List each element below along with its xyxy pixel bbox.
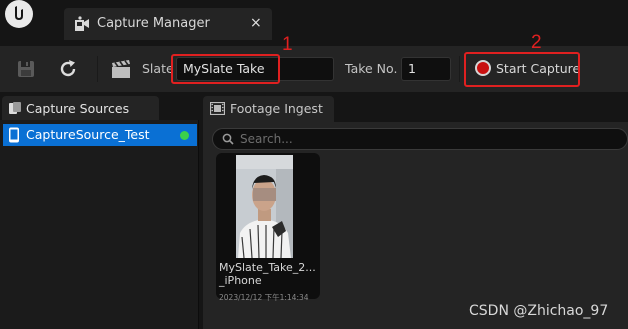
search-placeholder: Search...: [240, 132, 293, 146]
save-icon[interactable]: [15, 58, 37, 80]
footage-ingest-title: Footage Ingest: [230, 101, 323, 116]
take-date: 2023/12/12 下午1:14:34: [219, 293, 309, 302]
slate-label: Slate: [142, 61, 174, 76]
search-input[interactable]: Search...: [212, 128, 628, 150]
annotation-marker-1: 1: [282, 34, 293, 55]
annotation-box-slate: [171, 54, 280, 84]
capture-source-item[interactable]: CaptureSource_Test: [3, 124, 197, 146]
watermark: CSDN @Zhichao_97: [469, 303, 609, 319]
toolbar-separator: [97, 56, 98, 82]
toolbar-separator: [459, 56, 460, 82]
search-icon: [222, 133, 234, 145]
capture-sources-panel: CaptureSource_Test: [0, 120, 199, 329]
tab-title: Capture Manager: [97, 16, 210, 31]
film-strip-icon: [210, 102, 225, 115]
person-thumbnail-image: [236, 155, 293, 258]
take-number-label: Take No.: [345, 61, 398, 76]
tab-capture-manager[interactable]: Capture Manager ×: [64, 8, 272, 40]
unreal-logo-icon[interactable]: [5, 0, 33, 28]
footage-ingest-panel: Search... MySlate_Take_2..._iPhone 2023/…: [203, 122, 628, 329]
tab-footage-ingest[interactable]: Footage Ingest: [203, 96, 334, 122]
refresh-icon[interactable]: [57, 58, 79, 80]
capture-manager-icon: [75, 16, 89, 31]
close-tab-icon[interactable]: ×: [250, 15, 262, 31]
annotation-marker-2: 2: [531, 32, 542, 53]
capture-sources-icon: [9, 102, 21, 114]
tab-capture-sources[interactable]: Capture Sources: [2, 96, 159, 122]
connected-status-icon: [180, 131, 189, 140]
take-tile[interactable]: MySlate_Take_2..._iPhone 2023/12/12 下午1:…: [216, 153, 320, 302]
take-name: MySlate_Take_2..._iPhone: [219, 261, 316, 287]
capture-source-label: CaptureSource_Test: [26, 127, 150, 142]
annotation-box-start-capture: [464, 52, 580, 87]
clapperboard-icon: [112, 60, 130, 78]
phone-icon: [9, 127, 19, 143]
take-thumbnail: [236, 155, 293, 258]
capture-sources-title: Capture Sources: [26, 101, 130, 116]
take-number-input[interactable]: 1: [401, 57, 451, 81]
